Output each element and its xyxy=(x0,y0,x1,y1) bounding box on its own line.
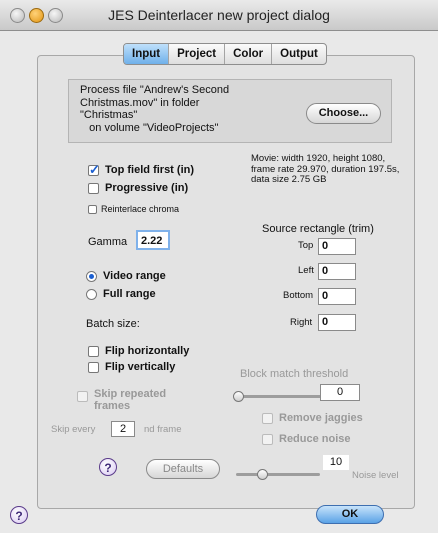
skip-repeated-label: Skip repeated frames xyxy=(94,388,167,412)
batch-size-label: Batch size: xyxy=(86,318,140,330)
checkbox-icon xyxy=(88,345,99,357)
block-match-slider-knob[interactable] xyxy=(233,391,244,402)
flip-horizontally-label: Flip horizontally xyxy=(105,345,190,357)
gamma-label: Gamma xyxy=(88,236,128,248)
checkbox-icon xyxy=(88,204,97,214)
remove-jaggies-label: Remove jaggies xyxy=(279,412,363,424)
noise-level-label: Noise level xyxy=(352,470,399,481)
top-label: Top xyxy=(298,240,314,251)
choose-button[interactable]: Choose... xyxy=(306,103,381,124)
left-input[interactable]: 0 xyxy=(318,263,356,280)
checkbox-icon xyxy=(262,433,273,445)
ok-button[interactable]: OK xyxy=(316,505,384,524)
flip-horizontally-checkbox[interactable]: Flip horizontally xyxy=(88,345,189,357)
reduce-noise-label: Reduce noise xyxy=(279,433,351,445)
tab-bar: Input Project Color Output xyxy=(123,43,327,65)
reinterlace-chroma-label: Reinterlace chroma xyxy=(101,204,180,214)
checkbox-checked-icon xyxy=(88,162,100,178)
full-range-radio[interactable]: Full range xyxy=(86,288,156,300)
movie-info-text: Movie: width 1920, height 1080, frame ra… xyxy=(251,153,400,185)
top-field-first-checkbox[interactable]: Top field first (in) xyxy=(88,162,195,178)
noise-slider-knob[interactable] xyxy=(257,469,268,480)
tab-output[interactable]: Output xyxy=(272,44,326,64)
skip-repeated-checkbox[interactable]: Skip repeated frames xyxy=(77,388,166,412)
bottom-input[interactable]: 0 xyxy=(318,288,356,305)
noise-slider-track xyxy=(236,473,320,476)
remove-jaggies-checkbox[interactable]: Remove jaggies xyxy=(262,412,363,424)
skip-every-prefix: Skip every xyxy=(51,424,96,435)
block-match-label: Block match threshold xyxy=(240,368,349,380)
tab-color[interactable]: Color xyxy=(225,44,273,64)
help-icon[interactable]: ? xyxy=(99,458,117,476)
radio-selected-icon xyxy=(86,270,97,282)
gamma-input[interactable]: 2.22 xyxy=(136,230,170,250)
progressive-checkbox[interactable]: Progressive (in) xyxy=(88,182,188,194)
right-label: Right xyxy=(290,317,313,328)
full-range-label: Full range xyxy=(103,288,156,300)
video-range-label: Video range xyxy=(103,270,166,282)
flip-vertically-checkbox[interactable]: Flip vertically xyxy=(88,361,175,373)
tab-project[interactable]: Project xyxy=(169,44,226,64)
top-field-first-label: Top field first (in) xyxy=(105,164,195,176)
file-path-text: Process file "Andrew's Second Christmas.… xyxy=(80,84,230,134)
left-label: Left xyxy=(298,265,314,276)
noise-level-input[interactable]: 10 xyxy=(323,455,349,470)
checkbox-icon xyxy=(262,412,273,424)
skip-every-suffix: nd frame xyxy=(144,424,182,435)
bottom-label: Bottom xyxy=(283,290,314,301)
video-range-radio[interactable]: Video range xyxy=(86,270,166,282)
progressive-label: Progressive (in) xyxy=(105,182,189,194)
radio-icon xyxy=(86,288,97,300)
flip-vertically-label: Flip vertically xyxy=(105,361,176,373)
source-rectangle-title: Source rectangle (trim) xyxy=(262,223,374,235)
window-title: JES Deinterlacer new project dialog xyxy=(108,7,330,23)
checkbox-icon xyxy=(88,361,99,373)
reinterlace-chroma-checkbox[interactable]: Reinterlace chroma xyxy=(88,204,179,214)
reduce-noise-checkbox[interactable]: Reduce noise xyxy=(262,433,351,445)
skip-every-input[interactable]: 2 xyxy=(111,421,135,437)
right-input[interactable]: 0 xyxy=(318,314,356,331)
help-icon[interactable]: ? xyxy=(10,506,28,524)
block-match-input[interactable]: 0 xyxy=(320,384,360,401)
top-input[interactable]: 0 xyxy=(318,238,356,255)
checkbox-icon xyxy=(77,391,88,402)
checkbox-icon xyxy=(88,182,99,194)
tab-input[interactable]: Input xyxy=(124,44,170,64)
defaults-button[interactable]: Defaults xyxy=(146,459,220,479)
